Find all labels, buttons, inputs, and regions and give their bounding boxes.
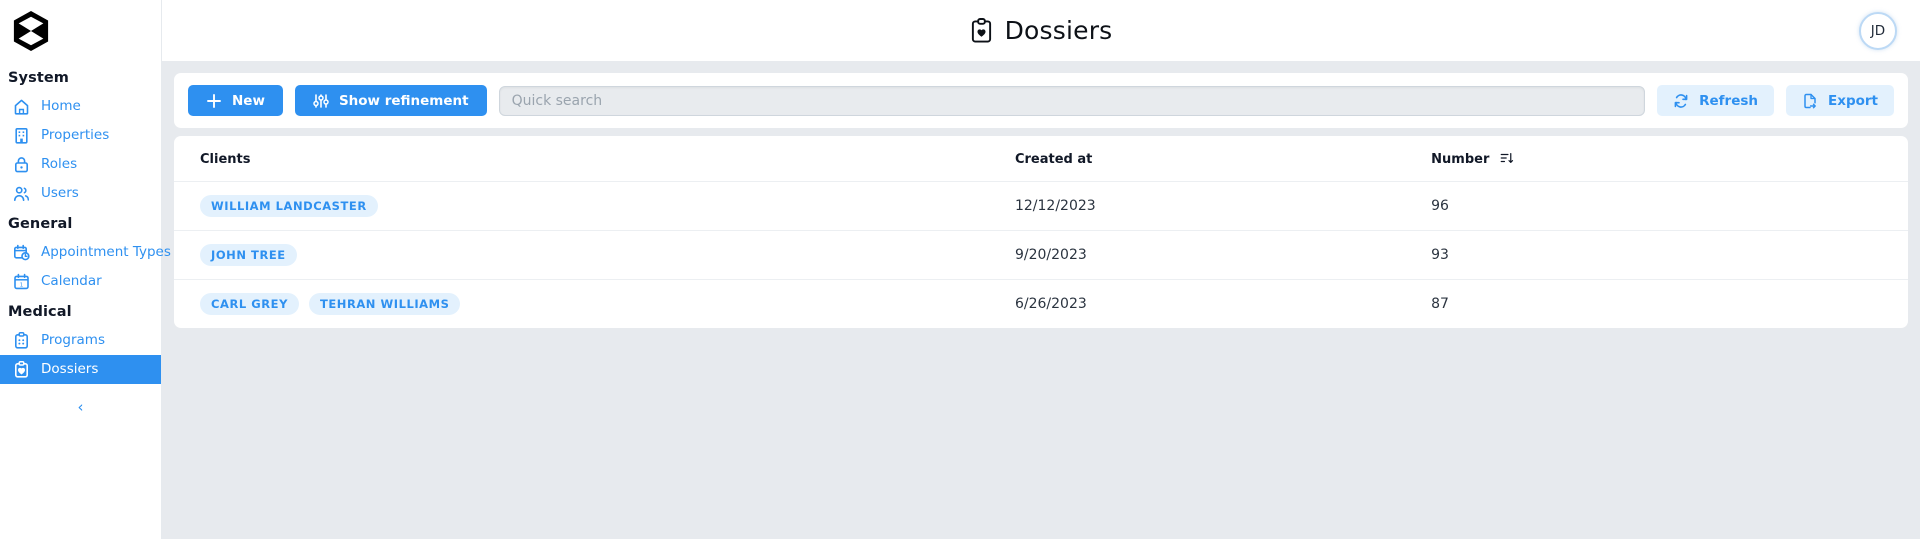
plus-icon — [207, 93, 221, 108]
building-icon — [15, 127, 28, 144]
sidebar-item-label: Dossiers — [41, 360, 99, 377]
svg-text:1: 1 — [20, 282, 23, 288]
sidebar-item-programs[interactable]: Programs — [0, 326, 161, 355]
calendar-icon: 1 — [14, 273, 29, 290]
chevron-left-icon: ‹ — [77, 398, 84, 416]
clipboard-heart-icon — [971, 18, 991, 43]
sidebar-item-appointment-types[interactable]: Appointment Types — [0, 238, 171, 267]
client-chip-group: John Tree — [200, 244, 1015, 266]
cell-number: 87 — [1431, 296, 1449, 312]
export-button[interactable]: Export — [1786, 85, 1894, 116]
sidebar-item-calendar[interactable]: 1 Calendar — [0, 267, 161, 296]
cell-created-at: 9/20/2023 — [1014, 230, 1432, 280]
page-title: Dossiers — [1004, 16, 1113, 45]
sidebar-item-label: Programs — [41, 331, 105, 348]
top-header: Dossiers JD — [162, 0, 1920, 61]
cell-created-at: 6/26/2023 — [1014, 296, 1087, 312]
page-title-group: Dossiers — [970, 16, 1113, 45]
clipboard-list-icon — [14, 332, 28, 349]
table-row[interactable]: John Tree 9/20/2023 93 — [174, 230, 1908, 280]
avatar-initials: JD — [1870, 23, 1886, 39]
cell-clients: William Landcaster — [174, 181, 1015, 231]
hexagon-bowtie-logo-icon — [13, 11, 49, 51]
client-chip[interactable]: William Landcaster — [200, 195, 378, 217]
sidebar-item-label: Home — [41, 97, 81, 114]
sidebar-item-users[interactable]: Users — [0, 179, 161, 208]
column-header-clients[interactable]: Clients — [174, 136, 1015, 182]
refresh-icon — [1674, 93, 1688, 108]
sidebar-nav: System Home Properties Roles Users General App… — [0, 62, 171, 384]
toolbar: New Show refinement Quick search Refresh… — [174, 73, 1908, 128]
calendar-clock-icon — [13, 244, 30, 261]
sort-descending-icon[interactable] — [1500, 151, 1514, 165]
lock-icon — [14, 157, 28, 173]
sliders-icon — [313, 93, 329, 108]
sidebar-item-label: Roles — [41, 155, 78, 172]
sidebar-item-label: Properties — [41, 126, 110, 143]
clipboard-heart-icon — [14, 361, 28, 378]
client-chip-group: William Landcaster — [200, 195, 1015, 217]
sidebar-item-label: Appointment Types — [41, 243, 171, 260]
cell-created-at: 12/12/2023 — [1014, 181, 1432, 231]
table-row[interactable]: William Landcaster 12/12/2023 96 — [174, 181, 1908, 231]
cell-number: 96 — [1431, 181, 1908, 231]
client-chip[interactable]: Tehran Williams — [308, 293, 461, 315]
brand-logo[interactable] — [0, 0, 161, 62]
export-button-label: Export — [1828, 92, 1878, 109]
app-root: System Home Properties Roles Users General App… — [0, 0, 1920, 539]
sidebar: System Home Properties Roles Users General App… — [0, 0, 171, 539]
sidebar-item-label: Calendar — [41, 272, 102, 289]
search-input[interactable] — [498, 85, 1646, 116]
dossiers-table: Clients Created at Number WILLIAM LANDCA… — [174, 136, 1908, 328]
sidebar-item-home[interactable]: Home — [0, 92, 161, 121]
content-region: New Show refinement Quick search Refresh… — [162, 61, 1920, 539]
cell-number: 93 — [1431, 230, 1908, 280]
file-export-icon — [1804, 93, 1816, 108]
refresh-button[interactable]: Refresh — [1657, 85, 1775, 116]
sidebar-item-roles[interactable]: Roles — [0, 150, 161, 179]
column-header-number-label: Number — [1431, 152, 1490, 167]
column-header-created-at[interactable]: Created at — [1014, 136, 1432, 182]
sidebar-item-label: Users — [41, 184, 79, 201]
main-area: Dossiers JD New Show refinement Quick se… — [162, 0, 1920, 539]
client-chip[interactable]: Carl Grey — [200, 293, 299, 315]
new-button-label: New — [232, 92, 265, 109]
refresh-button-label: Refresh — [1699, 92, 1759, 109]
users-icon — [14, 186, 30, 201]
column-header-number[interactable]: Number — [1431, 136, 1908, 182]
show-refinement-button[interactable]: Show refinement — [294, 85, 487, 116]
avatar[interactable]: JD — [1859, 12, 1897, 50]
client-chip-group: Carl Grey Tehran Williams — [200, 293, 1015, 315]
new-button[interactable]: New — [188, 85, 283, 116]
column-header-clients-label: Clients — [200, 151, 251, 167]
show-refinement-label: Show refinement — [338, 92, 469, 109]
sidebar-collapse-button[interactable]: ‹ — [0, 398, 161, 416]
table-body: William Landcaster 12/12/2023 96 John Tree 9… — [174, 181, 1908, 329]
table-header-row: Clients Created at Number — [174, 136, 1908, 182]
sidebar-group-label-system: System — [8, 70, 70, 86]
sidebar-group-label-medical: Medical — [8, 304, 72, 320]
column-header-created-at-label: Created at — [1014, 151, 1093, 167]
sidebar-item-properties[interactable]: Properties — [0, 121, 161, 150]
cell-clients: Carl Grey Tehran Williams — [174, 280, 1015, 329]
sidebar-group-label-general: General — [8, 216, 73, 232]
table-head: Clients Created at Number — [174, 136, 1908, 182]
sidebar-item-dossiers[interactable]: Dossiers — [0, 355, 161, 384]
cell-clients: John Tree — [174, 230, 1015, 280]
table-row[interactable]: Carl Grey Tehran Williams 6/26/2023 87 — [174, 280, 1908, 329]
client-chip[interactable]: John Tree — [200, 244, 297, 266]
dossiers-table-card: Clients Created at Number WILLIAM LANDCA… — [174, 136, 1908, 328]
home-icon — [14, 99, 29, 115]
